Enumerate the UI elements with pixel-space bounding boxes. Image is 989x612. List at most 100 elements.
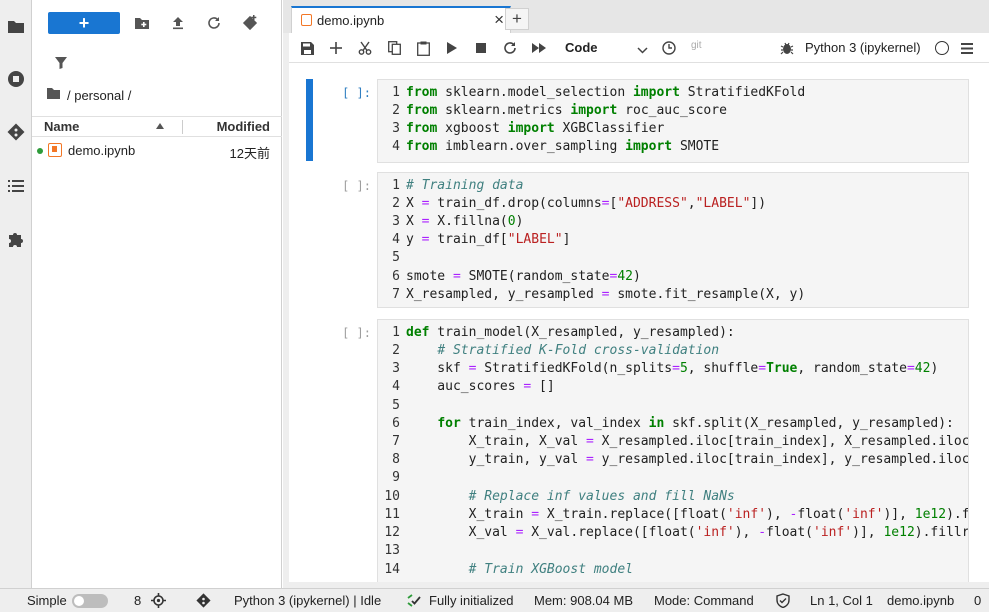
code-line: X = train_df.drop(columns=["ADDRESS","LA… <box>406 196 767 211</box>
file-list-item[interactable]: demo.ipynb 12天前 <box>32 140 282 162</box>
extension-icon[interactable] <box>6 229 26 249</box>
line-number: 13 <box>384 543 400 558</box>
git-label[interactable]: git <box>691 40 702 51</box>
stop-icon[interactable] <box>473 40 489 56</box>
code-line: X_train = X_train.replace([float('inf'),… <box>406 507 969 522</box>
lsp-status[interactable]: Fully initialized <box>429 593 514 608</box>
new-launcher-button[interactable]: + <box>48 12 120 34</box>
line-number: 14 <box>384 562 400 577</box>
cell-collapser[interactable] <box>306 79 313 161</box>
clock-icon[interactable] <box>661 40 677 56</box>
notebook-panel: Code git Python 3 (ipykernel) [ ]: 1 2 3… <box>289 33 989 582</box>
tab-demo-notebook[interactable]: demo.ipynb × <box>291 6 511 33</box>
file-modified: 12天前 <box>229 146 270 161</box>
code-line: def train_model(X_resampled, y_resampled… <box>406 325 735 340</box>
chevron-down-icon[interactable] <box>637 42 648 57</box>
code-line: X_resampled, y_resampled = smote.fit_res… <box>406 287 806 302</box>
line-number: 6 <box>392 416 400 431</box>
code-line: X_train, X_val = X_resampled.iloc[train_… <box>406 434 969 449</box>
upload-icon[interactable] <box>169 14 187 32</box>
file-browser-toolbar: + <box>32 0 282 46</box>
plus-icon[interactable] <box>328 40 344 56</box>
code-line: smote = SMOTE(random_state=42) <box>406 269 641 284</box>
line-number: 6 <box>392 269 400 284</box>
cell-prompt: [ ]: <box>342 179 371 193</box>
git-icon[interactable] <box>6 122 26 142</box>
line-number: 1 <box>392 178 400 193</box>
code-cell[interactable]: [ ]: 1 2 3 4 from sklearn.model_selectio… <box>289 79 989 163</box>
fast-forward-icon[interactable] <box>531 40 547 56</box>
simple-mode-toggle[interactable] <box>72 594 108 608</box>
line-number: 1 <box>392 85 400 100</box>
kernel-status-icon <box>935 41 949 55</box>
kernel-status[interactable]: Python 3 (ipykernel) | Idle <box>234 593 381 608</box>
line-number: 2 <box>392 343 400 358</box>
running-icon[interactable] <box>6 69 26 89</box>
cell-editor[interactable]: 1 2 3 4 from sklearn.model_selection imp… <box>377 79 969 163</box>
code-line: from xgboost import XGBClassifier <box>406 121 665 136</box>
tab-label: demo.ipynb <box>317 13 385 28</box>
bug-icon[interactable] <box>779 40 795 56</box>
save-icon[interactable] <box>299 40 315 56</box>
line-number: 9 <box>392 470 400 485</box>
simple-mode-label: Simple <box>27 593 67 608</box>
running-indicator <box>37 148 43 154</box>
add-tab-button[interactable]: + <box>505 8 529 30</box>
line-number: 4 <box>392 379 400 394</box>
kernel-name[interactable]: Python 3 (ipykernel) <box>805 40 921 55</box>
code-line: X = X.fillna(0) <box>406 214 524 229</box>
notebook-mode: Mode: Command <box>654 593 754 608</box>
code-cell[interactable]: [ ]: 1 2 3 4 5 6 7 # Training data X = t… <box>289 172 989 310</box>
cut-icon[interactable] <box>357 40 373 56</box>
line-number: 4 <box>392 232 400 247</box>
activity-bar <box>0 0 32 588</box>
paste-icon[interactable] <box>415 40 431 56</box>
toc-icon[interactable] <box>6 176 26 196</box>
menu-icon[interactable] <box>959 40 975 56</box>
code-line: from imblearn.over_sampling import SMOTE <box>406 139 720 154</box>
plus-icon: + <box>512 9 522 28</box>
line-number: 12 <box>384 525 400 540</box>
notification-count[interactable]: 0 <box>974 593 981 608</box>
folder-icon[interactable] <box>46 87 61 103</box>
plus-icon: + <box>78 13 90 33</box>
line-number: 11 <box>384 507 400 522</box>
new-folder-icon[interactable] <box>133 14 151 32</box>
close-icon[interactable]: × <box>494 10 504 30</box>
filter-icon[interactable] <box>54 56 70 72</box>
line-number: 5 <box>392 250 400 265</box>
trust-shield-icon[interactable] <box>776 593 790 611</box>
cell-editor[interactable]: 1 2 3 4 5 6 7 8 9 10 11 12 13 14 def tra… <box>377 319 969 582</box>
git-clone-icon[interactable] <box>241 14 259 32</box>
column-header-modified[interactable]: Modified <box>217 119 270 134</box>
run-icon[interactable] <box>444 40 460 56</box>
line-number: 2 <box>392 196 400 211</box>
memory-usage: Mem: 908.04 MB <box>534 593 633 608</box>
line-number: 3 <box>392 121 400 136</box>
restart-icon[interactable] <box>502 40 518 56</box>
kernel-gear-icon[interactable] <box>151 593 166 611</box>
terminal-count[interactable]: 8 <box>134 593 141 608</box>
code-line: # Training data <box>406 178 524 193</box>
file-list-header: Name Modified <box>32 116 282 137</box>
refresh-icon[interactable] <box>205 14 223 32</box>
line-number: 10 <box>384 489 400 504</box>
line-number: 3 <box>392 214 400 229</box>
line-number: 8 <box>392 452 400 467</box>
code-line: from sklearn.metrics import roc_auc_scor… <box>406 103 727 118</box>
notebook-cells: [ ]: 1 2 3 4 from sklearn.model_selectio… <box>289 64 989 582</box>
code-line: for train_index, val_index in skf.split(… <box>437 416 954 431</box>
column-header-name[interactable]: Name <box>44 119 79 134</box>
git-icon[interactable] <box>196 593 211 611</box>
notebook-icon <box>301 14 312 26</box>
folder-icon[interactable] <box>6 16 26 36</box>
column-divider[interactable] <box>182 120 183 134</box>
notebook-toolbar: Code git Python 3 (ipykernel) <box>289 33 989 63</box>
cell-editor[interactable]: 1 2 3 4 5 6 7 # Training data X = train_… <box>377 172 969 308</box>
code-cell[interactable]: [ ]: 1 2 3 4 5 6 7 8 9 10 11 12 13 14 de… <box>289 319 989 582</box>
cursor-position[interactable]: Ln 1, Col 1 <box>810 593 873 608</box>
code-line: # Stratified K-Fold cross-validation <box>437 343 720 358</box>
cell-type-select[interactable]: Code <box>565 40 598 55</box>
copy-icon[interactable] <box>386 40 402 56</box>
breadcrumb-path[interactable]: / personal / <box>67 88 131 103</box>
